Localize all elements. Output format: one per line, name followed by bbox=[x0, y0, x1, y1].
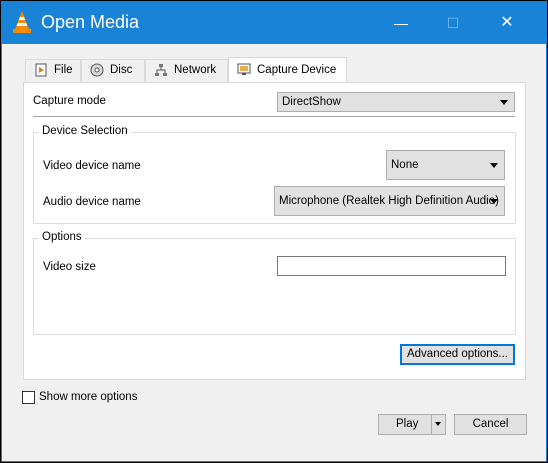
separator bbox=[33, 116, 515, 117]
tab-file[interactable]: File bbox=[25, 59, 81, 81]
play-button-label: Play bbox=[396, 418, 419, 430]
tab-disc-label: Disc bbox=[110, 64, 133, 76]
tab-capture-device[interactable]: Capture Device bbox=[228, 57, 347, 82]
play-dropdown-toggle[interactable] bbox=[431, 415, 446, 434]
window-title: Open Media bbox=[41, 12, 140, 32]
options-group: Options Video size bbox=[33, 231, 516, 335]
audio-device-select[interactable]: Microphone (Realtek High Definition Audi… bbox=[274, 186, 505, 216]
cancel-button[interactable]: Cancel bbox=[454, 414, 527, 435]
disc-icon bbox=[90, 63, 104, 77]
tab-disc[interactable]: Disc bbox=[81, 59, 145, 81]
device-selection-title: Device Selection bbox=[39, 125, 131, 137]
chevron-down-icon bbox=[490, 163, 498, 168]
capture-mode-value: DirectShow bbox=[282, 96, 341, 108]
video-device-value: None bbox=[391, 159, 419, 171]
show-more-options-checkbox[interactable] bbox=[22, 391, 35, 404]
audio-device-label: Audio device name bbox=[43, 196, 141, 208]
minimize-button[interactable]: — bbox=[378, 2, 424, 44]
file-icon bbox=[35, 63, 47, 77]
show-more-options-label[interactable]: Show more options bbox=[39, 391, 137, 403]
tab-network[interactable]: Network bbox=[145, 59, 228, 81]
capture-mode-select[interactable]: DirectShow bbox=[277, 92, 515, 112]
video-device-select[interactable]: None bbox=[386, 150, 505, 180]
video-size-input[interactable] bbox=[277, 256, 506, 276]
capture-mode-label: Capture mode bbox=[33, 95, 106, 107]
maximize-button[interactable]: ☐ bbox=[430, 2, 476, 44]
tab-capture-device-label: Capture Device bbox=[257, 64, 337, 76]
close-button[interactable]: ✕ bbox=[484, 2, 530, 44]
video-size-label: Video size bbox=[43, 261, 96, 273]
capture-device-icon bbox=[237, 63, 251, 75]
video-device-label: Video device name bbox=[43, 160, 141, 172]
options-title: Options bbox=[39, 231, 85, 243]
tab-file-label: File bbox=[54, 64, 73, 76]
title-bar[interactable]: Open Media — ☐ ✕ bbox=[2, 2, 546, 44]
tab-network-label: Network bbox=[174, 64, 217, 76]
capture-device-panel: Capture mode DirectShow Device Selection… bbox=[23, 82, 526, 380]
chevron-down-icon bbox=[500, 100, 508, 105]
audio-device-value: Microphone (Realtek High Definition Audi… bbox=[279, 195, 499, 207]
device-selection-group: Device Selection Video device name None … bbox=[33, 125, 516, 224]
chevron-down-icon bbox=[435, 422, 441, 426]
advanced-options-button[interactable]: Advanced options... bbox=[400, 344, 515, 365]
chevron-down-icon bbox=[490, 199, 498, 204]
network-icon bbox=[155, 64, 167, 76]
vlc-cone-icon bbox=[13, 11, 31, 33]
